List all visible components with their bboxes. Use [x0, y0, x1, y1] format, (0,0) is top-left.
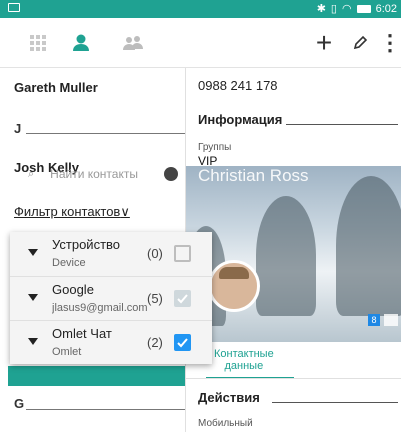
- filter-label: Фильтр контактов: [14, 204, 121, 219]
- account-checkbox[interactable]: [174, 290, 191, 307]
- account-count: (2): [147, 335, 163, 350]
- actions-section-title: Действия: [198, 390, 260, 405]
- tab-label: данные: [224, 360, 264, 372]
- account-subtitle: Device: [52, 257, 86, 269]
- bluetooth-icon: ✱: [316, 3, 326, 15]
- phone-number[interactable]: 0988 241 178: [198, 78, 278, 93]
- dialer-grid-icon[interactable]: [26, 18, 50, 68]
- filter-contacts-button[interactable]: Фильтр контактов∨: [14, 204, 130, 220]
- expand-icon[interactable]: [28, 294, 38, 301]
- add-contact-button[interactable]: +: [312, 18, 336, 68]
- message-icon: [8, 3, 20, 12]
- section-divider: [286, 124, 398, 125]
- wifi-icon: ◠: [341, 3, 352, 15]
- contact-display-name: Christian Ross: [198, 166, 309, 185]
- toolbar: + ⋮: [0, 18, 401, 68]
- account-row[interactable]: Устройство Device (0): [10, 232, 212, 276]
- groups-label: Группы: [198, 142, 232, 153]
- search-placeholder: Найти контакты: [50, 167, 138, 181]
- search-icon: ⌕: [28, 167, 35, 180]
- battery-icon: [356, 4, 371, 13]
- google-badge: 8: [368, 314, 380, 326]
- vibrate-icon: ▯: [330, 3, 337, 15]
- section-divider: [26, 409, 185, 410]
- account-row[interactable]: Omlet Чат Omlet (2): [10, 320, 212, 364]
- account-count: (5): [147, 291, 163, 306]
- account-name: Omlet Чат: [52, 326, 112, 341]
- account-checkbox[interactable]: [174, 245, 191, 262]
- section-divider: [272, 402, 398, 403]
- account-subtitle: Omlet: [52, 346, 82, 358]
- tab-contact-details[interactable]: Контактные данные: [214, 348, 274, 372]
- tab-label: Контактные: [214, 348, 274, 360]
- account-checkbox[interactable]: [174, 334, 191, 351]
- info-section-title: Информация: [198, 112, 283, 127]
- expand-icon[interactable]: [28, 249, 38, 256]
- account-filter-dropdown: Устройство Device (0) Google jlasus9@gma…: [10, 232, 212, 364]
- account-name: Устройство: [52, 237, 121, 252]
- clear-search-icon[interactable]: [164, 167, 178, 181]
- status-bar: ✱ ▯ ◠ 6:02: [0, 0, 401, 112]
- account-row[interactable]: Google jlasus9@gmail.com (5): [10, 276, 212, 320]
- account-name: Google: [52, 282, 94, 297]
- section-divider: [26, 133, 185, 134]
- mobile-label: Мобильный: [198, 418, 253, 429]
- tab-divider: [186, 378, 401, 379]
- contact-detail: 0988 241 178 Информация Группы VIP Chris…: [185, 68, 401, 432]
- overflow-menu-button[interactable]: ⋮: [379, 18, 401, 68]
- expand-icon[interactable]: [28, 338, 38, 345]
- section-letter: G: [14, 396, 25, 411]
- contact-name[interactable]: Gareth Muller: [14, 80, 98, 95]
- groups-tab-icon[interactable]: [118, 18, 148, 68]
- account-count: (0): [147, 246, 163, 261]
- chevron-down-icon: ∨: [120, 204, 130, 219]
- contacts-tab-icon[interactable]: [66, 18, 96, 68]
- account-subtitle: jlasus9@gmail.com: [52, 302, 148, 314]
- edit-icon[interactable]: [348, 18, 372, 68]
- selection-highlight: [8, 366, 185, 386]
- avatar[interactable]: [208, 260, 260, 312]
- clock: 6:02: [375, 2, 397, 15]
- section-letter: J: [14, 121, 22, 136]
- search-input[interactable]: ⌕ Найти контакты: [20, 164, 180, 184]
- account-list-icon[interactable]: [384, 314, 398, 326]
